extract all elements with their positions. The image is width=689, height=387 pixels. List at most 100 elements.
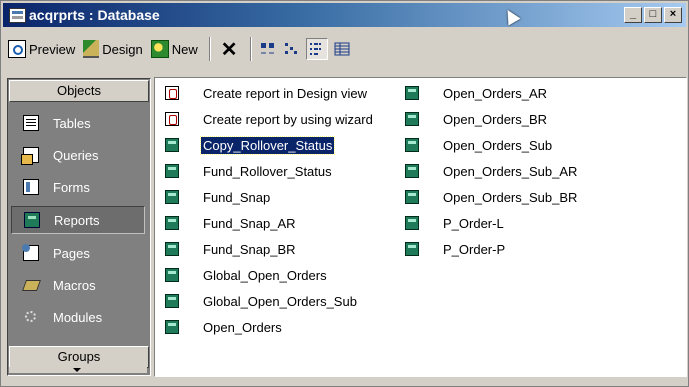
objects-item-reports[interactable]: Reports [11, 206, 145, 234]
report-icon [24, 212, 40, 228]
design-button[interactable]: Design [80, 37, 145, 61]
list-item[interactable]: Fund_Rollover_Status [155, 158, 375, 184]
objects-bar: Objects Tables Queries Forms Reports Pag… [7, 78, 151, 376]
list-item[interactable]: Open_Orders_AR [395, 80, 579, 106]
list-item-label: Fund_Rollover_Status [203, 163, 332, 179]
large-icons-view-button[interactable] [258, 39, 278, 59]
report-icon [405, 242, 419, 256]
list-item-label: Copy_Rollover_Status [199, 135, 336, 155]
list-item-label: P_Order-L [443, 215, 504, 231]
list-item-label: Open_Orders_BR [443, 111, 548, 127]
window-title: acqrprts : Database [29, 7, 160, 23]
title-bar[interactable]: acqrprts : Database _ □ × [3, 3, 686, 27]
report-icon [405, 138, 419, 152]
list-item-create-wizard[interactable]: Create report by using wizard [155, 106, 375, 132]
create-report-icon [165, 112, 179, 126]
report-icon [405, 164, 419, 178]
objects-item-label: Forms [53, 179, 90, 195]
list-item-label: Create report in Design view [203, 85, 368, 101]
new-icon [150, 40, 169, 58]
list-icon [309, 43, 321, 55]
list-item-label: P_Order-P [443, 241, 506, 257]
list-item[interactable]: Copy_Rollover_Status [155, 132, 375, 158]
list-item[interactable]: Open_Orders_BR [395, 106, 579, 132]
design-label: Design [102, 41, 143, 57]
design-icon [83, 40, 100, 58]
objects-item-tables[interactable]: Tables [11, 109, 145, 137]
list-item[interactable]: Fund_Snap_AR [155, 210, 375, 236]
report-icon [165, 164, 179, 178]
large-icons-icon [260, 43, 274, 54]
report-icon [165, 242, 179, 256]
toolbar-separator [208, 37, 211, 61]
small-icons-icon [284, 43, 297, 54]
details-icon [334, 42, 349, 56]
database-window: acqrprts : Database _ □ × Preview Design… [0, 0, 689, 387]
list-item[interactable]: Fund_Snap [155, 184, 375, 210]
report-icon [165, 216, 179, 230]
list-view-button[interactable] [305, 38, 328, 60]
list-item-label: Fund_Snap_AR [203, 215, 296, 231]
close-button[interactable]: × [664, 7, 682, 23]
preview-button[interactable]: Preview [5, 37, 78, 61]
toolbar-separator [249, 37, 252, 61]
objects-item-modules[interactable]: Modules [11, 303, 145, 331]
report-icon [165, 294, 179, 308]
objects-item-label: Tables [53, 115, 91, 131]
query-icon [21, 147, 39, 165]
page-icon [22, 244, 39, 261]
list-item[interactable]: Open_Orders_Sub [395, 132, 579, 158]
maximize-button[interactable]: □ [644, 7, 662, 23]
details-view-button[interactable] [332, 39, 352, 59]
toolbar: Preview Design New ✕ [5, 31, 685, 67]
database-icon [9, 8, 26, 23]
reports-list-pane: Create report in Design view Create repo… [154, 77, 687, 377]
objects-item-label: Modules [53, 309, 103, 325]
objects-item-label: Reports [54, 212, 100, 228]
list-item[interactable]: Open_Orders_Sub_AR [395, 158, 579, 184]
window-controls: _ □ × [624, 7, 682, 23]
list-item-label: Open_Orders_Sub_BR [443, 189, 578, 205]
delete-button[interactable]: ✕ [217, 37, 242, 61]
objects-item-forms[interactable]: Forms [11, 173, 145, 201]
module-icon [23, 309, 39, 325]
small-icons-view-button[interactable] [282, 39, 302, 59]
report-icon [405, 86, 419, 100]
preview-label: Preview [29, 41, 76, 57]
form-icon [23, 179, 39, 195]
list-item[interactable]: Global_Open_Orders [155, 262, 375, 288]
list-column-1: Create report in Design view Create repo… [155, 80, 375, 340]
list-item[interactable]: P_Order-L [395, 210, 579, 236]
objects-item-label: Queries [53, 147, 99, 163]
objects-scroll-down-button[interactable] [9, 367, 147, 373]
list-column-2: Open_Orders_AR Open_Orders_BR Open_Order… [395, 80, 579, 262]
new-button[interactable]: New [148, 37, 201, 61]
objects-item-queries[interactable]: Queries [11, 141, 145, 169]
list-item-label: Global_Open_Orders_Sub [203, 293, 357, 309]
list-item-label: Fund_Snap_BR [203, 241, 296, 257]
groups-header-button[interactable]: Groups [9, 346, 149, 368]
table-icon [23, 115, 39, 131]
list-item[interactable]: Fund_Snap_BR [155, 236, 375, 262]
objects-item-label: Pages [53, 245, 90, 261]
list-item-label: Open_Orders [203, 319, 282, 335]
list-item-create-design[interactable]: Create report in Design view [155, 80, 375, 106]
create-report-icon [165, 86, 179, 100]
report-icon [165, 190, 179, 204]
list-item[interactable]: P_Order-P [395, 236, 579, 262]
macro-icon [23, 277, 39, 293]
list-item[interactable]: Global_Open_Orders_Sub [155, 288, 375, 314]
report-icon [405, 112, 419, 126]
report-icon [405, 190, 419, 204]
minimize-button[interactable]: _ [624, 7, 642, 23]
list-item[interactable]: Open_Orders_Sub_BR [395, 184, 579, 210]
new-label: New [171, 41, 198, 57]
list-item[interactable]: Open_Orders [155, 314, 375, 340]
objects-item-label: Macros [53, 277, 96, 293]
objects-header-button[interactable]: Objects [9, 80, 149, 102]
objects-item-pages[interactable]: Pages [11, 239, 145, 267]
objects-item-macros[interactable]: Macros [11, 271, 145, 299]
list-item-label: Open_Orders_Sub_AR [443, 163, 578, 179]
preview-icon [8, 40, 26, 58]
report-icon [165, 320, 179, 334]
